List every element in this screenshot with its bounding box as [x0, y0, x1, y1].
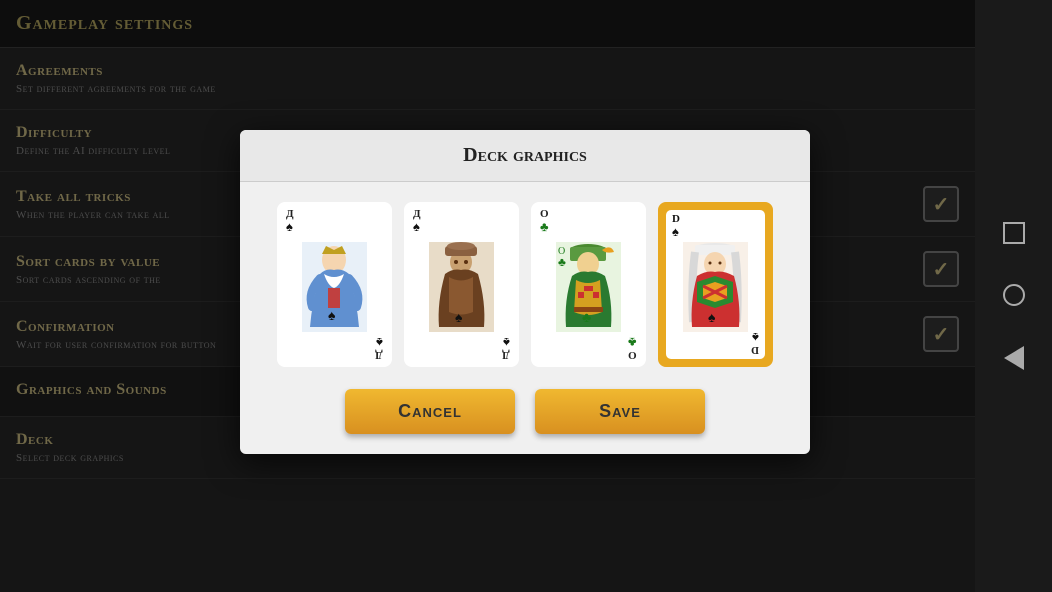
card3-figure: ♣ О ♣ [550, 235, 626, 338]
card-inner-4: D ♠ [666, 210, 765, 359]
card2-label-br: Д [502, 349, 510, 360]
card-options-container: Д ♠ [240, 182, 810, 383]
cancel-button[interactable]: Cancel [345, 389, 515, 434]
card-inner-3: О ♣ [534, 205, 643, 364]
card-option-4[interactable]: D ♠ [658, 202, 773, 367]
android-nav-bar [975, 0, 1052, 592]
card2-figure: ♠ [423, 235, 499, 338]
card-inner-2: Д ♠ [407, 205, 516, 364]
card1-suit-tl: ♠ [286, 219, 293, 235]
svg-text:♣: ♣ [558, 255, 566, 269]
card-option-3[interactable]: О ♣ [531, 202, 646, 367]
card2-suit-tl: ♠ [413, 219, 420, 235]
svg-text:♠: ♠ [455, 311, 463, 326]
card3-suit-tl: ♣ [540, 219, 549, 235]
card4-suit-tl: ♠ [672, 224, 679, 240]
card4-label-br: D [751, 344, 759, 355]
svg-text:♠: ♠ [328, 309, 336, 324]
card-inner-1: Д ♠ [280, 205, 389, 364]
card-option-1[interactable]: Д ♠ [277, 202, 392, 367]
dialog-title: Deck graphics [240, 130, 810, 182]
svg-text:♠: ♠ [708, 311, 716, 326]
circle-nav-icon[interactable] [1003, 284, 1025, 306]
card-option-2[interactable]: Д ♠ [404, 202, 519, 367]
card2-suit-br: ♠ [503, 334, 510, 350]
card4-suit-br: ♠ [752, 329, 759, 345]
dialog-buttons: Cancel Save [240, 389, 810, 434]
deck-graphics-dialog: Deck graphics Д ♠ [240, 130, 810, 454]
back-nav-icon[interactable] [1004, 346, 1024, 370]
card1-suit-br: ♠ [376, 334, 383, 350]
square-nav-icon[interactable] [1003, 222, 1025, 244]
card1-label-br: Д [375, 349, 383, 360]
card3-label-br: О [628, 349, 637, 360]
card4-figure: ♠ [681, 238, 750, 335]
card3-suit-br: ♣ [628, 334, 637, 350]
save-button[interactable]: Save [535, 389, 705, 434]
card1-figure: ♠ [296, 235, 372, 338]
svg-text:♣: ♣ [582, 311, 591, 326]
